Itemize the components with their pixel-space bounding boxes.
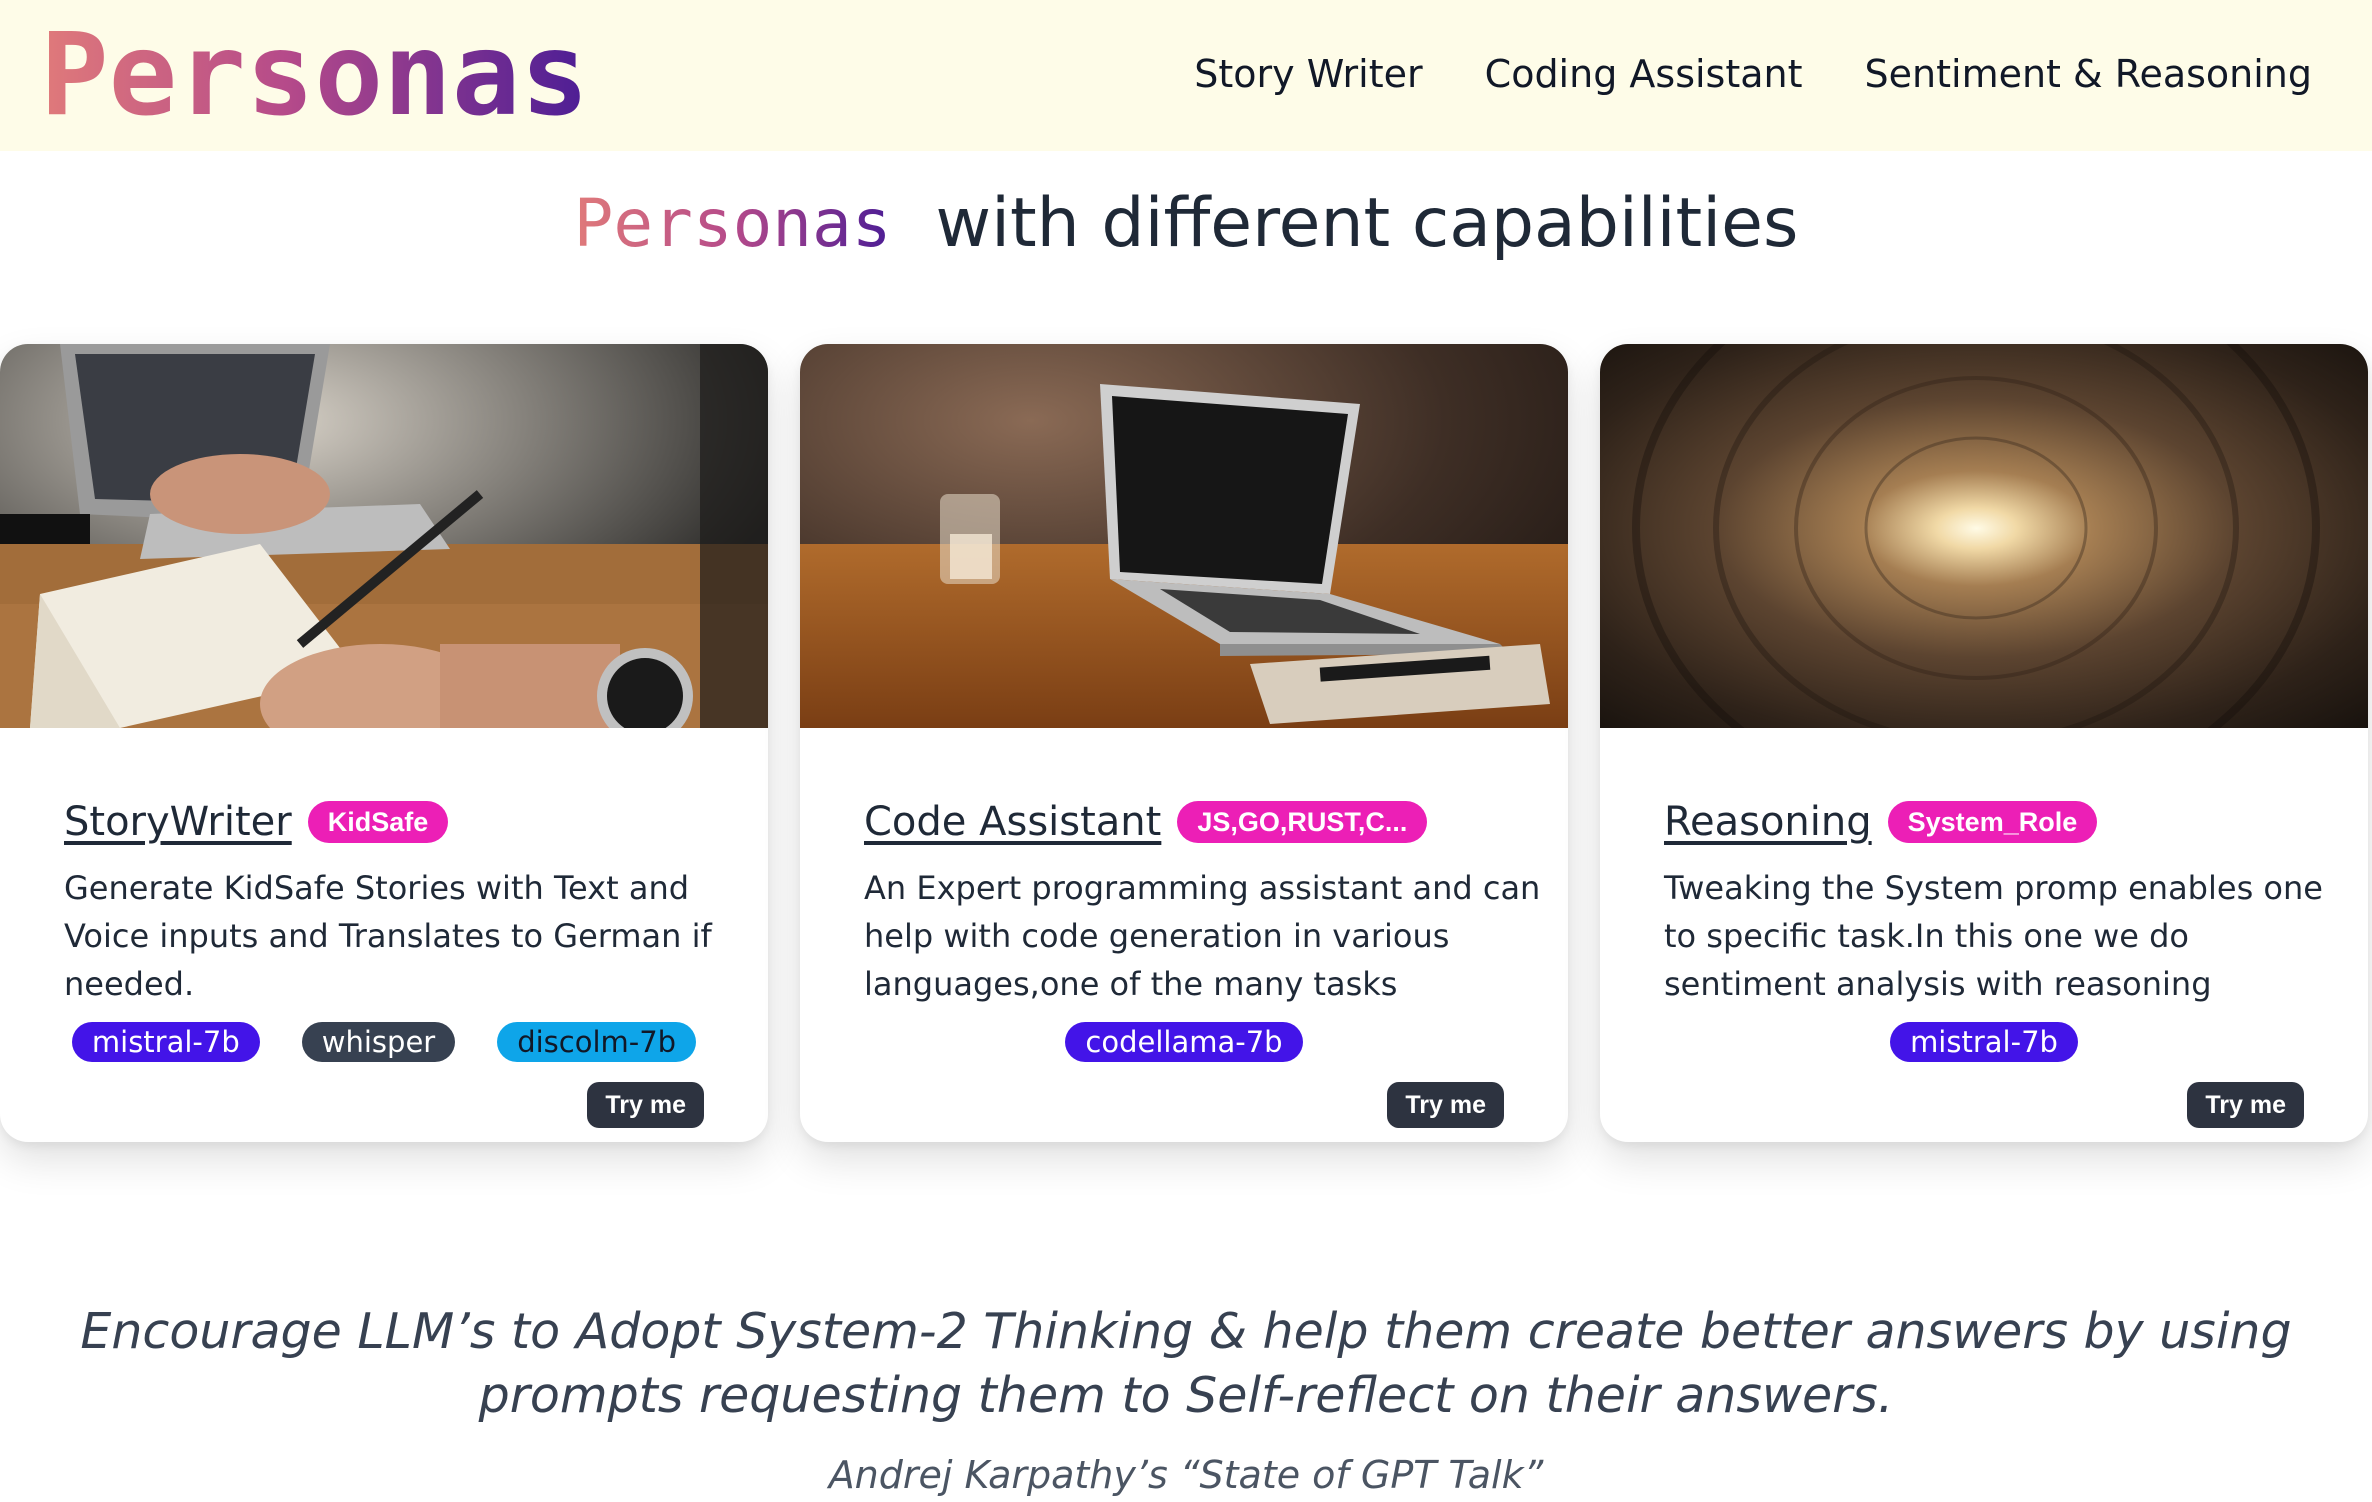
card-description: An Expert programming assistant and can … <box>864 869 1541 1003</box>
model-tags: codellama-7b <box>800 1022 1568 1062</box>
quote: Encourage LLM’s to Adopt System-2 Thinki… <box>0 1300 2372 1428</box>
model-tags: mistral-7b <box>1600 1022 2368 1062</box>
model-tag: discolm-7b <box>497 1022 697 1062</box>
quote-attribution: Andrej Karpathy’s “State of GPT Talk” <box>828 1453 1544 1497</box>
heading-text: with different capabilities <box>935 184 1799 263</box>
nav-link-sentiment-reasoning[interactable]: Sentiment & Reasoning <box>1865 48 2312 100</box>
system-role-badge: System_Role <box>1887 801 2098 843</box>
try-me-button[interactable]: Try me <box>2187 1082 2304 1128</box>
card-description: Tweaking the System promp enables one to… <box>1664 869 2323 1003</box>
quote-line: prompts requesting them to Self-reflect … <box>478 1367 1894 1424</box>
navbar: Personas Story Writer Coding Assistant S… <box>0 0 2372 151</box>
try-me-button[interactable]: Try me <box>1387 1082 1504 1128</box>
card-title[interactable]: Code Assistant <box>864 794 1161 850</box>
model-tag: mistral-7b <box>1890 1022 2078 1062</box>
card-header: Reasoning System_Role <box>1664 794 2098 850</box>
kidsafe-badge: KidSafe <box>307 801 449 843</box>
nav-links: Story Writer Coding Assistant Sentiment … <box>1194 48 2312 100</box>
card-title[interactable]: Reasoning <box>1664 794 1872 850</box>
card-reasoning: Reasoning System_Role Tweaking the Syste… <box>1600 344 2368 1142</box>
model-tag: codellama-7b <box>1065 1022 1303 1062</box>
card-image-tunnel <box>1600 344 2368 728</box>
card-image-laptop <box>800 344 1568 728</box>
card-title[interactable]: StoryWriter <box>64 794 292 850</box>
card-header: Code Assistant JS,GO,RUST,C... <box>864 794 1428 850</box>
nav-link-story-writer[interactable]: Story Writer <box>1194 48 1422 100</box>
card-header: StoryWriter KidSafe <box>64 794 449 850</box>
languages-badge: JS,GO,RUST,C... <box>1177 801 1428 843</box>
card-description: Generate KidSafe Stories with Text and V… <box>64 869 712 1003</box>
heading-brand: Personas <box>573 185 892 262</box>
model-tags: mistral-7b whisper discolm-7b <box>0 1022 768 1062</box>
model-tag: mistral-7b <box>71 1022 260 1062</box>
card-code-assistant: Code Assistant JS,GO,RUST,C... An Expert… <box>800 344 1568 1142</box>
quote-line: Encourage LLM’s to Adopt System-2 Thinki… <box>80 1303 2292 1360</box>
nav-link-coding-assistant[interactable]: Coding Assistant <box>1485 48 1803 100</box>
try-me-button[interactable]: Try me <box>587 1082 704 1128</box>
page-heading: Personas with different capabilities <box>0 178 2372 270</box>
model-tag: whisper <box>301 1022 456 1062</box>
card-image-writing <box>0 344 768 728</box>
card-story-writer: StoryWriter KidSafe Generate KidSafe Sto… <box>0 344 768 1142</box>
brand-logo[interactable]: Personas <box>40 10 589 140</box>
